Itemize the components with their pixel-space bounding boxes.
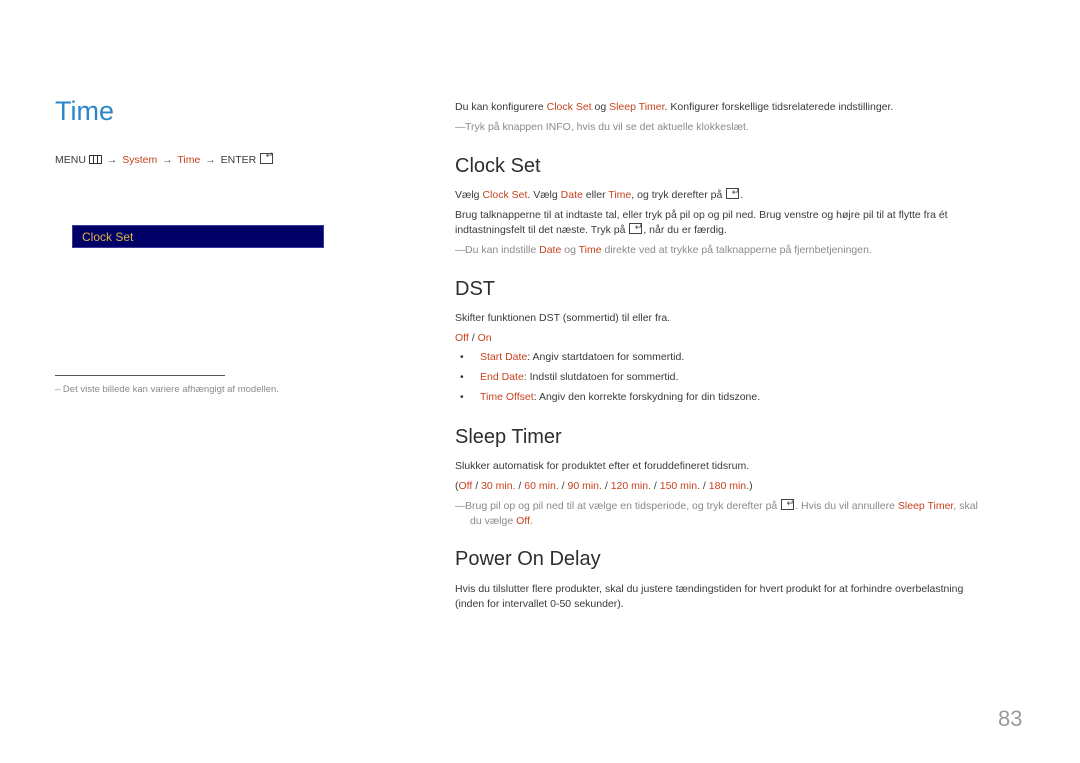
footnote-divider <box>55 375 225 376</box>
term-clock-set: Clock Set <box>482 189 528 201</box>
term-date: Date <box>560 189 583 201</box>
clock-set-line1: Vælg Clock Set. Vælg Date eller Time, og… <box>455 185 744 203</box>
heading-power-on-delay: Power On Delay <box>455 548 601 570</box>
text: , når du er færdig. <box>643 224 727 236</box>
heading-dst: DST <box>455 278 495 300</box>
term-sleep-timer: Sleep Timer <box>609 101 665 113</box>
power-on-delay-line2: (inden for intervallet 0-50 sekunder). <box>455 598 624 610</box>
paren: ) <box>749 480 753 492</box>
text: du vælge <box>470 515 517 527</box>
dst-bullet-start-date: Start Date: Angiv startdatoen for sommer… <box>480 351 684 363</box>
option: 180 min. <box>708 480 750 492</box>
note-dash-icon: ― <box>455 500 466 512</box>
text: . Hvis du vil annullere <box>795 500 898 512</box>
term-time: Time <box>608 189 632 201</box>
option: 60 min. <box>524 480 559 492</box>
dst-options: Off / On <box>455 331 492 346</box>
sleep-timer-desc: Slukker automatisk for produktet efter e… <box>455 460 750 472</box>
option: Off <box>458 480 473 492</box>
separator: / <box>515 480 525 492</box>
text: eller <box>582 189 609 201</box>
text: direkte ved at trykke på talknapperne på… <box>601 244 872 256</box>
term-date: Date <box>539 244 562 256</box>
separator: / <box>601 480 611 492</box>
page-number: 83 <box>998 706 1023 731</box>
sleep-timer-options: (Off / 30 min. / 60 min. / 90 min. / 120… <box>455 479 753 494</box>
text: , og tryk derefter på <box>631 189 726 201</box>
term: Start Date <box>480 351 528 363</box>
text: og <box>591 101 610 113</box>
bullet-icon: • <box>460 371 464 383</box>
enter-label: ENTER <box>220 154 257 166</box>
term-time: Time <box>578 244 602 256</box>
bullet-icon: • <box>460 351 464 363</box>
osd-menu-item-clock-set[interactable]: Clock Set <box>72 225 324 248</box>
separator: / <box>468 332 478 344</box>
text: : Indstil slutdatoen for sommertid. <box>523 371 679 383</box>
text: Du kan konfigurere <box>455 101 547 113</box>
dst-bullet-end-date: End Date: Indstil slutdatoen for sommert… <box>480 371 678 383</box>
heading-clock-set: Clock Set <box>455 155 541 177</box>
enter-icon <box>781 496 795 511</box>
sleep-timer-note-line2: du vælge Off. <box>470 514 533 529</box>
text: . <box>740 189 744 201</box>
heading-sleep-timer: Sleep Timer <box>455 426 562 448</box>
separator: / <box>700 480 709 492</box>
text: , skal <box>953 500 978 512</box>
enter-icon <box>726 185 740 200</box>
text: : Angiv den korrekte forskydning for din… <box>533 391 761 403</box>
term-clock-set: Clock Set <box>546 101 592 113</box>
separator: / <box>650 480 660 492</box>
term-off: Off <box>516 515 530 527</box>
option-off: Off <box>455 332 469 344</box>
arrow-icon: → <box>106 154 118 166</box>
note-text: Tryk på knappen INFO, hvis du vil se det… <box>465 121 749 133</box>
option: 120 min. <box>610 480 651 492</box>
sleep-timer-note-line1: ―Brug pil op og pil ned til at vælge en … <box>455 496 978 514</box>
bullet-icon: • <box>460 391 464 403</box>
option: 150 min. <box>659 480 701 492</box>
text: . Konfigurer forskellige tidsrelaterede … <box>664 101 894 113</box>
enter-icon <box>260 150 274 164</box>
dst-bullet-time-offset: Time Offset: Angiv den korrekte forskydn… <box>480 391 760 403</box>
text: : Angiv startdatoen for sommertid. <box>527 351 685 363</box>
arrow-icon: → <box>205 154 216 166</box>
text: indtastningsfelt til det næste. Tryk på <box>455 224 629 236</box>
menu-label: MENU <box>55 154 86 166</box>
option: 90 min. <box>567 480 602 492</box>
text: Brug pil op og pil ned til at vælge en t… <box>465 500 781 512</box>
text: . <box>529 515 533 527</box>
osd-menu-item-label: Clock Set <box>82 230 134 244</box>
text: og <box>561 244 579 256</box>
enter-icon <box>629 220 643 235</box>
term: Time Offset <box>480 391 534 403</box>
intro-text: Du kan konfigurere Clock Set og Sleep Ti… <box>455 100 893 115</box>
note-dash-icon: ― <box>455 121 466 133</box>
power-on-delay-line1: Hvis du tilslutter flere produkter, skal… <box>455 583 964 595</box>
intro-note: ―Tryk på knappen INFO, hvis du vil se de… <box>455 120 749 135</box>
term: End Date <box>480 371 524 383</box>
text: Du kan indstille <box>465 244 540 256</box>
text: . Vælg <box>527 189 561 201</box>
separator: / <box>472 480 482 492</box>
menu-time: Time <box>177 154 201 166</box>
footnote: – Det viste billede kan variere afhængig… <box>55 384 279 395</box>
term-sleep-timer: Sleep Timer <box>897 500 954 512</box>
clock-set-line2: Brug talknapperne til at indtaste tal, e… <box>455 209 948 221</box>
menu-system: System <box>122 154 158 166</box>
clock-set-line3: indtastningsfelt til det næste. Tryk på … <box>455 220 727 238</box>
menu-path: MENU → System → Time → ENTER <box>55 150 274 167</box>
option: 30 min. <box>481 480 516 492</box>
note-dash-icon: ― <box>455 244 466 256</box>
text: Vælg <box>455 189 483 201</box>
arrow-icon: → <box>162 154 173 166</box>
page-title: Time <box>55 96 114 126</box>
option-on: On <box>477 332 492 344</box>
menu-grid-icon <box>88 155 102 167</box>
dst-desc: Skifter funktionen DST (sommertid) til e… <box>455 312 671 324</box>
clock-set-note: ―Du kan indstille Date og Time direkte v… <box>455 243 872 258</box>
